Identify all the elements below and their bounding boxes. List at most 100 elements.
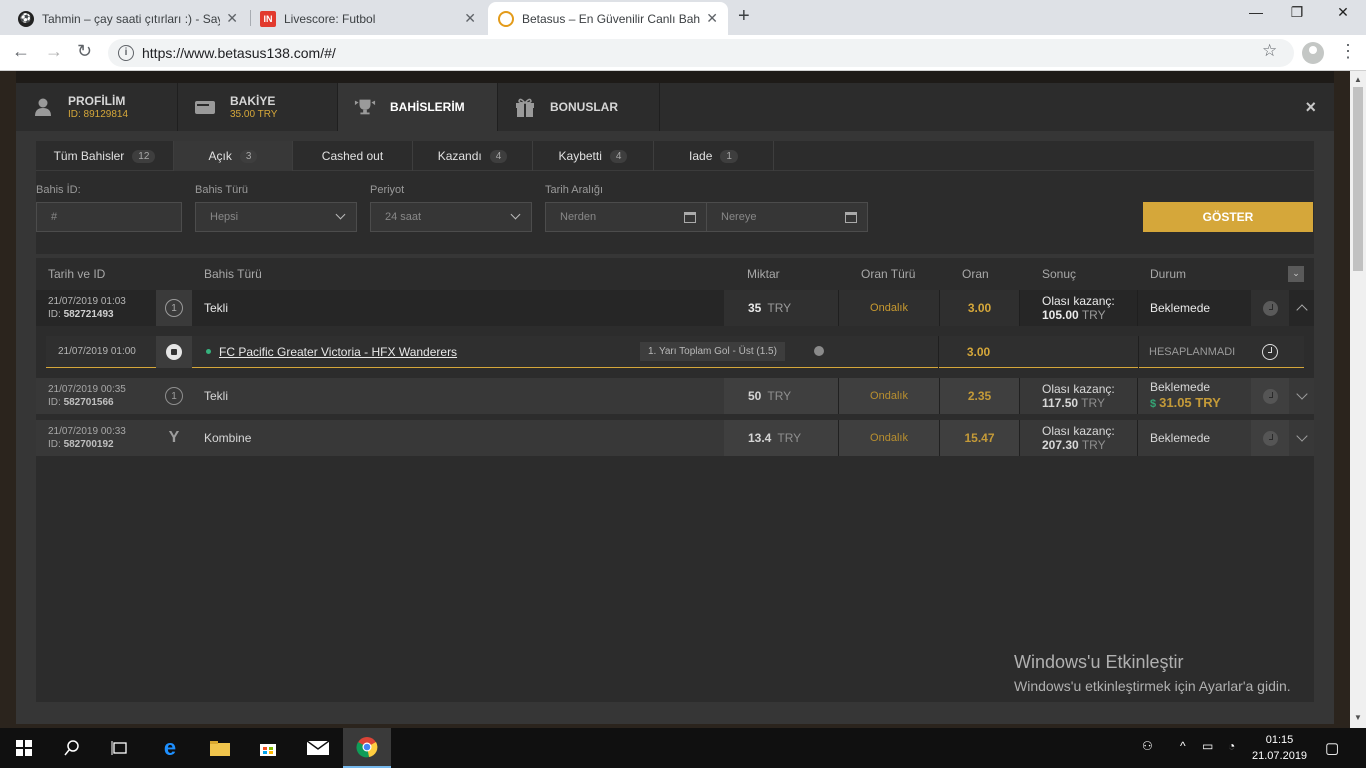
tab-lost[interactable]: Kaybetti 4 (533, 141, 654, 171)
wifi-icon[interactable]: ◔ (1228, 739, 1235, 753)
id-label: ID: (48, 397, 61, 408)
notifications-icon[interactable]: ▢ (1325, 739, 1339, 757)
mail-icon[interactable] (294, 728, 342, 768)
chevron-down-icon[interactable] (1289, 420, 1314, 456)
tab-refund[interactable]: Iade 1 (654, 141, 774, 171)
odd-type: Ondalık (838, 420, 939, 456)
header-bet-type: Bahis Türü (204, 267, 262, 281)
selection-odd: 3.00 (938, 336, 1018, 368)
lock-icon (814, 346, 824, 356)
user-icon (32, 96, 54, 118)
tab-title: Livescore: Futbol (284, 11, 376, 26)
cashout-button[interactable]: $31.05 TRY (1150, 395, 1221, 412)
header-date-id: Tarih ve ID (48, 267, 106, 281)
date-id-cell: 21/07/2019 00:35 ID: 582701566 (36, 378, 156, 414)
odd-type: Ondalık (838, 378, 939, 414)
table-row[interactable]: 21/07/2019 00:33 ID: 582700192 Y Kombine… (36, 420, 1314, 456)
clock-icon[interactable] (1251, 290, 1289, 326)
selection-detail-row: 21/07/2019 01:00 FC Pacific Greater Vict… (46, 336, 1304, 368)
match-link[interactable]: FC Pacific Greater Victoria - HFX Wander… (219, 345, 457, 359)
period-select[interactable]: 24 saat (370, 202, 532, 232)
chrome-icon[interactable] (343, 728, 391, 768)
currency: TRY (1081, 396, 1105, 410)
close-tab-icon[interactable]: ✕ (464, 10, 476, 27)
browser-tab-betasus[interactable]: Betasus – En Güvenilir Canlı Bahis ✕ (488, 2, 728, 35)
table-row[interactable]: 21/07/2019 00:35 ID: 582701566 1 Tekli 5… (36, 378, 1314, 414)
show-hidden-icons-icon[interactable]: ^ (1180, 739, 1186, 753)
profile-avatar[interactable] (1302, 42, 1324, 64)
tab-balance[interactable]: BAKİYE 35.00 TRY (178, 83, 338, 131)
date-from-input[interactable]: Nerden (545, 202, 707, 232)
odd-value: 15.47 (939, 420, 1019, 456)
gift-icon (514, 96, 536, 118)
scroll-up-arrow-icon[interactable]: ▲ (1354, 75, 1362, 84)
single-bet-icon: 1 (156, 290, 192, 326)
close-tab-icon[interactable]: ✕ (706, 10, 718, 27)
scrollbar-thumb[interactable] (1353, 87, 1363, 271)
collapse-all-icon[interactable]: ⌄ (1288, 266, 1304, 282)
search-icon[interactable] (48, 728, 96, 768)
tab-cashed-out[interactable]: Cashed out (293, 141, 413, 171)
count-badge: 4 (609, 149, 628, 163)
back-button[interactable]: ← (12, 41, 30, 62)
status-text: Beklemede (1150, 380, 1211, 394)
placeholder: Nereye (721, 211, 757, 223)
cashout-amount: 31.05 TRY (1159, 395, 1221, 410)
selection-date: 21/07/2019 01:00 (58, 346, 136, 357)
bookmark-star-icon[interactable]: ☆ (1262, 41, 1277, 61)
system-clock[interactable]: 01:15 21.07.2019 (1252, 732, 1307, 764)
chevron-up-icon[interactable] (1289, 290, 1314, 326)
tab-open[interactable]: Açık 3 (174, 141, 293, 171)
maximize-button[interactable]: ❐ (1274, 4, 1320, 21)
people-icon[interactable]: ⚇ (1142, 739, 1153, 753)
watermark-subtitle: Windows'u etkinleştirmek için Ayarlar'a … (1014, 678, 1291, 694)
file-explorer-icon[interactable] (196, 728, 244, 768)
tab-my-bets[interactable]: BAHİSLERİM (338, 83, 498, 131)
edge-browser-icon[interactable]: e (146, 728, 194, 768)
bet-id: 582721493 (63, 309, 114, 320)
minimize-button[interactable]: — (1233, 4, 1279, 20)
tab-bonuses[interactable]: BONUSLAR (498, 83, 660, 131)
scroll-down-arrow-icon[interactable]: ▼ (1354, 713, 1362, 722)
bet-date: 21/07/2019 01:03 (48, 296, 126, 307)
selected-value: Hepsi (210, 211, 239, 223)
currency: TRY (767, 301, 792, 315)
info-icon[interactable]: i (118, 45, 134, 61)
tab-title: Betasus – En Güvenilir Canlı Bahis (522, 11, 701, 26)
show-button[interactable]: GÖSTER (1143, 202, 1313, 232)
table-row[interactable]: 21/07/2019 01:03 ID: 582721493 1 Tekli 3… (36, 290, 1314, 326)
possible-win-value: 207.30 (1042, 438, 1079, 452)
livescore-icon: IN (260, 10, 276, 27)
modal-close-button[interactable]: × (1305, 97, 1316, 118)
tab-won[interactable]: Kazandı 4 (413, 141, 533, 171)
clock-icon[interactable] (1251, 378, 1289, 414)
windows-start-icon[interactable] (0, 728, 48, 768)
result-cell: Olası kazanç: 207.30 TRY (1019, 420, 1137, 456)
browser-menu-icon[interactable]: ⋮ (1339, 41, 1357, 62)
chevron-down-icon[interactable] (1289, 378, 1314, 414)
tab-all-bets[interactable]: Tüm Bahisler 12 (36, 141, 174, 171)
browser-tab-tahmin[interactable]: ⚽ Tahmin – çay saati çıtırları :) - Sayf… (8, 2, 248, 35)
forward-button[interactable]: → (45, 41, 63, 62)
task-view-icon[interactable] (96, 728, 144, 768)
tab-label: BAKİYE (230, 94, 276, 108)
reload-button[interactable]: ↻ (77, 41, 92, 62)
store-icon[interactable] (244, 728, 292, 768)
url-input[interactable]: i https://www.betasus138.com/#/ (108, 39, 1294, 67)
table-header: Tarih ve ID Bahis Türü Miktar Oran Türü … (36, 258, 1314, 290)
page-scrollbar[interactable]: ▲ ▼ (1350, 71, 1366, 728)
bet-type-select[interactable]: Hepsi (195, 202, 357, 232)
clock-icon[interactable] (1251, 420, 1289, 456)
date-to-input[interactable]: Nereye (706, 202, 868, 232)
new-tab-button[interactable]: + (738, 5, 750, 28)
watermark-title: Windows'u Etkinleştir (1014, 652, 1184, 672)
bet-type-glyph: 1 (165, 387, 183, 405)
trophy-icon (354, 96, 376, 118)
window-close-button[interactable]: ✕ (1320, 4, 1366, 21)
tab-profile[interactable]: PROFİLİM ID: 89129814 (16, 83, 178, 131)
close-tab-icon[interactable]: ✕ (226, 10, 238, 27)
browser-tab-livescore[interactable]: IN Livescore: Futbol ✕ (250, 2, 486, 35)
tab-label: Kaybetti (558, 149, 602, 163)
battery-icon[interactable]: ▭ (1202, 739, 1213, 753)
bet-id-input[interactable]: # (36, 202, 182, 232)
